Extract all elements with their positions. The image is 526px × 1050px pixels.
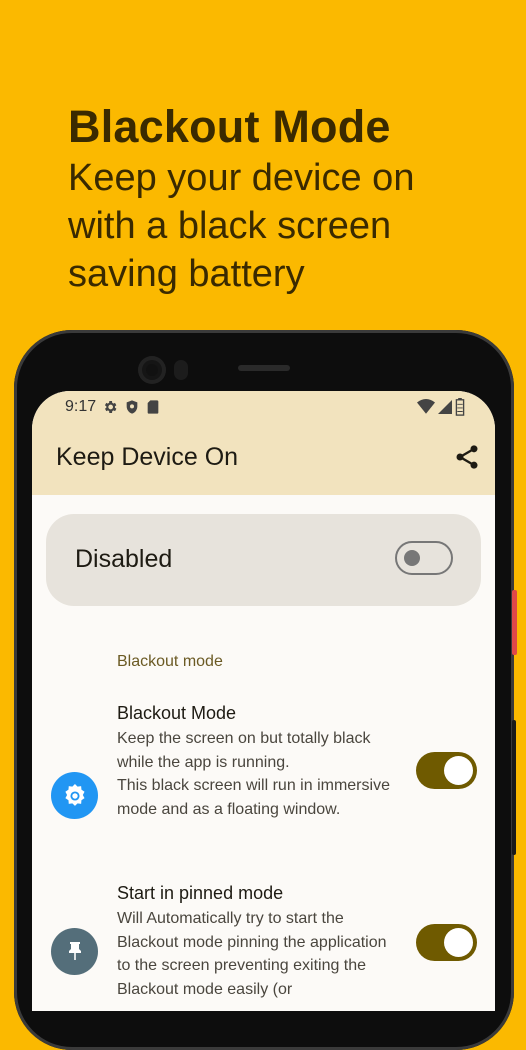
status-time: 9:17 xyxy=(65,398,97,415)
blackout-icon-circle xyxy=(51,772,98,819)
pinned-icon-circle xyxy=(51,928,98,975)
pin-icon xyxy=(68,941,81,960)
section-header: Blackout mode xyxy=(117,653,223,670)
main-toggle-switch[interactable] xyxy=(395,541,453,575)
promo-title: Blackout Mode xyxy=(68,101,391,152)
promo-headline: Blackout Mode Keep your device on with a… xyxy=(68,100,468,298)
main-toggle-card[interactable]: Disabled xyxy=(46,514,481,606)
settings-icon xyxy=(105,401,117,413)
status-icons xyxy=(417,398,465,416)
front-camera xyxy=(138,356,166,384)
earpiece-speaker xyxy=(238,365,290,371)
blackout-switch[interactable] xyxy=(416,752,477,789)
pref-title: Start in pinned mode xyxy=(117,883,284,903)
app-title: Keep Device On xyxy=(56,443,239,471)
gear-icon xyxy=(64,783,85,806)
pref-title: Blackout Mode xyxy=(117,703,237,723)
pref-description: Will Automatically try to start the Blac… xyxy=(117,910,387,998)
switch-knob xyxy=(404,550,420,566)
signal-icon xyxy=(438,400,452,414)
switch-knob xyxy=(444,756,473,785)
battery-icon xyxy=(455,398,465,416)
shield-icon xyxy=(126,400,138,414)
phone-volume-button xyxy=(512,720,516,855)
share-icon[interactable] xyxy=(453,443,481,471)
promo-subtitle: Keep your device on with a black screen … xyxy=(68,157,415,295)
phone-power-button xyxy=(512,590,517,655)
phone-screen: 9:17 Keep Device On Disabled Blackout mo… xyxy=(32,391,495,1011)
wifi-icon xyxy=(417,399,435,414)
camera-sensor xyxy=(174,360,188,380)
top-app-bar: 9:17 Keep Device On xyxy=(32,391,495,495)
switch-knob xyxy=(444,928,473,957)
status-bar: 9:17 xyxy=(65,398,160,416)
sd-card-icon xyxy=(147,400,159,414)
pinned-switch[interactable] xyxy=(416,924,477,961)
pref-description: Keep the screen on but totally black whi… xyxy=(117,730,390,818)
main-toggle-label: Disabled xyxy=(75,545,173,573)
